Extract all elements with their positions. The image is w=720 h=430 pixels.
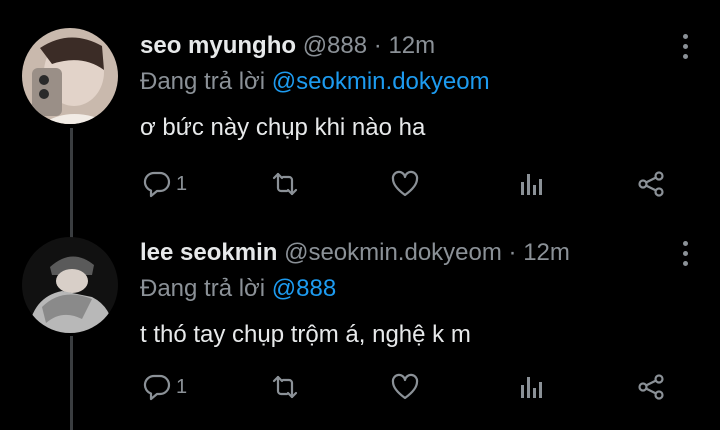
retweet-icon xyxy=(272,375,298,399)
avatar[interactable] xyxy=(22,28,118,124)
replying-to-label: Đang trả lời xyxy=(140,68,266,95)
user-handle[interactable]: @888 xyxy=(303,32,367,59)
more-options-icon[interactable] xyxy=(682,241,690,271)
like-button[interactable] xyxy=(390,166,420,202)
reply-button[interactable]: 1 xyxy=(142,166,187,202)
replying-to-label: Đang trả lời xyxy=(140,275,266,302)
share-icon xyxy=(638,374,664,400)
tweet[interactable]: lee seokmin @seokmin.dokyeom · 12m Đang … xyxy=(0,225,720,430)
like-icon xyxy=(391,373,419,400)
tweet-actions: 1 xyxy=(140,369,680,405)
display-name[interactable]: lee seokmin xyxy=(140,239,277,266)
tweet-content: seo myungho @888 · 12m Đang trả lời @seo… xyxy=(140,31,700,143)
timestamp[interactable]: 12m xyxy=(388,32,435,59)
reply-count: 1 xyxy=(176,375,188,398)
reply-count: 1 xyxy=(176,172,188,195)
replying-to: Đang trả lời @888 xyxy=(140,274,700,304)
tweet-text: ơ bức này chụp khi nào ha xyxy=(140,114,426,141)
separator: · xyxy=(373,32,382,59)
like-button[interactable] xyxy=(390,369,420,405)
retweet-icon xyxy=(272,172,298,196)
views-button[interactable] xyxy=(516,166,546,202)
tweet-actions: 1 xyxy=(140,166,680,202)
tweet-content: lee seokmin @seokmin.dokyeom · 12m Đang … xyxy=(140,238,700,350)
retweet-button[interactable] xyxy=(270,369,300,405)
reply-icon xyxy=(143,171,171,198)
replying-to: Đang trả lời @seokmin.dokyeom xyxy=(140,67,700,97)
share-icon xyxy=(638,171,664,197)
more-options-icon[interactable] xyxy=(682,34,690,64)
share-button[interactable] xyxy=(636,369,666,405)
tweet[interactable]: seo myungho @888 · 12m Đang trả lời @seo… xyxy=(0,0,720,225)
reply-button[interactable]: 1 xyxy=(142,369,187,405)
mention-link[interactable]: @888 xyxy=(272,275,336,302)
user-handle[interactable]: @seokmin.dokyeom xyxy=(284,239,502,266)
display-name[interactable]: seo myungho xyxy=(140,32,296,59)
views-button[interactable] xyxy=(516,369,546,405)
timestamp[interactable]: 12m xyxy=(523,239,570,266)
retweet-button[interactable] xyxy=(270,166,300,202)
avatar[interactable] xyxy=(22,237,118,333)
tweet-header: seo myungho @888 · 12m xyxy=(140,31,700,61)
tweet-header: lee seokmin @seokmin.dokyeom · 12m xyxy=(140,238,700,268)
like-icon xyxy=(391,170,419,197)
views-icon xyxy=(521,377,542,398)
reply-icon xyxy=(143,374,171,401)
mention-link[interactable]: @seokmin.dokyeom xyxy=(272,68,490,95)
share-button[interactable] xyxy=(636,166,666,202)
tweet-text: t thó tay chụp trộm á, nghệ k m xyxy=(140,321,471,348)
separator: · xyxy=(508,239,517,266)
views-icon xyxy=(521,174,542,195)
